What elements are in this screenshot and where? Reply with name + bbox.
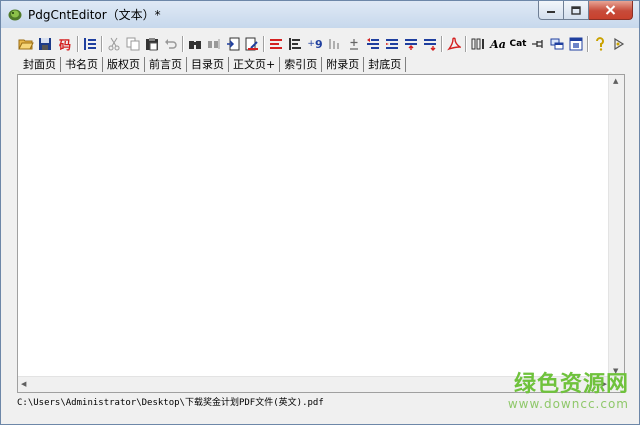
number-label: 9 <box>314 37 323 51</box>
replace-button[interactable] <box>205 35 223 53</box>
folder-open-icon <box>18 39 34 50</box>
cut-button[interactable] <box>105 35 123 53</box>
page-insert-icon <box>227 37 240 51</box>
tab-5[interactable]: 目录页 <box>187 57 229 72</box>
tab-8[interactable]: 附录页 <box>322 57 365 72</box>
page-type-tabs: 封面页 书名页 版权页 前言页 目录页 正文页+ 索引页 附录页 封底页 <box>19 57 407 73</box>
toolbar-separator <box>101 36 102 52</box>
toolbar-separator <box>465 36 466 52</box>
binoculars-icon <box>189 41 201 49</box>
watermark-url: www.downcc.com <box>507 397 629 411</box>
pdf-icon <box>447 37 461 51</box>
copy-icon <box>126 37 140 51</box>
columns-button[interactable] <box>469 35 487 53</box>
plus-icon: + <box>307 39 315 49</box>
title-bar[interactable]: PdgCntEditor（文本）* <box>1 1 639 28</box>
clipboard-icon <box>146 38 158 51</box>
scroll-up-arrow-icon[interactable]: ▲ <box>613 78 618 85</box>
maximize-button[interactable] <box>564 1 589 20</box>
columns-icon <box>471 38 484 50</box>
tab-7[interactable]: 索引页 <box>280 57 323 72</box>
pin-button[interactable] <box>529 35 547 53</box>
plus-minus-icon <box>350 39 358 50</box>
move-up-button[interactable] <box>402 35 420 53</box>
move-up-icon <box>405 39 417 50</box>
renumber-button[interactable] <box>326 35 344 53</box>
font-button[interactable]: Aa <box>488 35 508 53</box>
text-editor[interactable]: ▲ ▼ ◀ ▶ <box>17 74 625 393</box>
tab-4[interactable]: 前言页 <box>145 57 187 72</box>
cat-label: Cat <box>509 39 527 49</box>
tab-3[interactable]: 版权页 <box>103 57 145 72</box>
watermark: 绿色资源网 www.downcc.com <box>507 372 629 412</box>
scroll-left-arrow-icon[interactable]: ◀ <box>21 381 26 388</box>
heading-red-icon <box>270 39 282 49</box>
vertical-scrollbar[interactable]: ▲ ▼ <box>608 75 624 378</box>
demote-icon <box>386 39 398 49</box>
export-button[interactable] <box>567 35 585 53</box>
toolbar-separator <box>263 36 264 52</box>
page-edit-icon <box>245 37 258 51</box>
outline-icon <box>84 38 96 50</box>
save-button[interactable] <box>36 35 54 53</box>
demote-button[interactable] <box>383 35 401 53</box>
scissors-icon <box>108 37 120 51</box>
help-icon <box>596 37 604 51</box>
app-window: PdgCntEditor（文本）* 码 + 9 Aa Cat 封面页 书名页 版… <box>0 0 640 425</box>
undo-icon <box>165 39 177 49</box>
window-title: PdgCntEditor（文本）* <box>28 8 161 22</box>
outline-button[interactable] <box>81 35 99 53</box>
close-button[interactable] <box>589 1 633 20</box>
watermark-title: 绿色资源网 <box>513 372 629 397</box>
toolbar-separator <box>77 36 78 52</box>
window-layout-icon <box>550 38 564 50</box>
catalog-button[interactable]: Cat <box>508 35 528 53</box>
editor-content[interactable] <box>20 77 606 374</box>
about-button[interactable] <box>610 35 628 53</box>
toolbar: 码 + 9 Aa Cat <box>1 32 639 56</box>
export-icon <box>569 37 583 51</box>
tab-2[interactable]: 书名页 <box>61 57 103 72</box>
move-down-icon <box>424 39 436 51</box>
toolbar-separator <box>441 36 442 52</box>
heading-list-icon <box>289 38 301 50</box>
undo-button[interactable] <box>162 35 180 53</box>
tab-9[interactable]: 封底页 <box>364 57 407 72</box>
window-layout-button[interactable] <box>548 35 566 53</box>
open-file-button[interactable] <box>17 35 35 53</box>
pin-icon <box>532 40 543 48</box>
tab-6[interactable]: 正文页+ <box>229 57 281 72</box>
insert-page-button[interactable] <box>224 35 242 53</box>
toolbar-separator <box>587 36 588 52</box>
code-label: 码 <box>58 37 71 52</box>
toolbar-separator <box>182 36 183 52</box>
pdf-button[interactable] <box>445 35 463 53</box>
about-icon <box>614 37 625 51</box>
window-controls <box>538 1 633 21</box>
renumber-icon <box>329 39 339 49</box>
promote-icon <box>367 38 379 49</box>
encoding-button[interactable]: 码 <box>55 35 75 53</box>
help-button[interactable] <box>591 35 609 53</box>
find-button[interactable] <box>186 35 204 53</box>
page-number-button[interactable]: + 9 <box>305 35 325 53</box>
align-center-button[interactable] <box>345 35 363 53</box>
minimize-button[interactable] <box>538 1 564 20</box>
save-icon <box>39 38 51 50</box>
page-properties-button[interactable] <box>243 35 261 53</box>
minimize-icon <box>547 11 555 13</box>
app-logo-icon <box>8 9 22 21</box>
copy-button[interactable] <box>124 35 142 53</box>
close-icon <box>605 5 616 15</box>
move-down-button[interactable] <box>421 35 439 53</box>
promote-button[interactable] <box>364 35 382 53</box>
maximize-icon <box>571 5 581 15</box>
font-label: Aa <box>490 37 506 51</box>
tab-1[interactable]: 封面页 <box>19 57 61 72</box>
file-path: C:\Users\Administrator\Desktop\下载奖金计划PDF… <box>17 398 324 408</box>
heading-level-2-button[interactable] <box>286 35 304 53</box>
find-replace-icon <box>208 39 220 49</box>
paste-button[interactable] <box>143 35 161 53</box>
heading-level-1-button[interactable] <box>267 35 285 53</box>
